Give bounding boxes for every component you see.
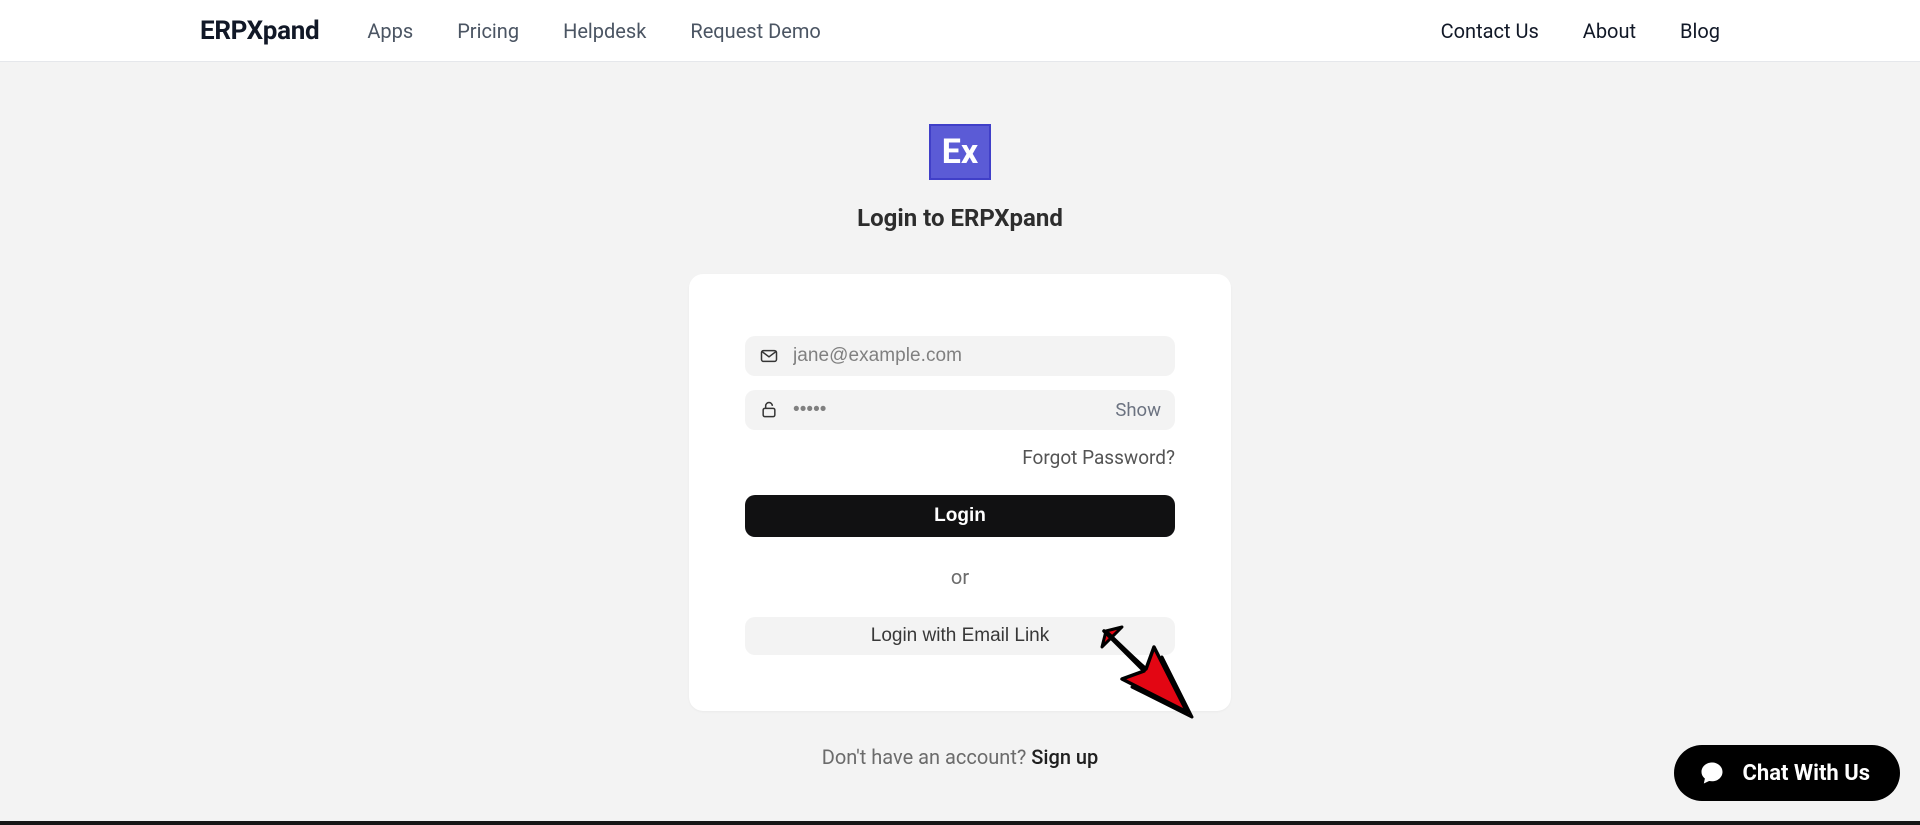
forgot-password-link[interactable]: Forgot Password?: [745, 446, 1175, 469]
signup-line: Don't have an account? Sign up: [822, 745, 1099, 769]
email-field-wrap[interactable]: [745, 336, 1175, 376]
nav-link-blog[interactable]: Blog: [1680, 19, 1720, 43]
or-divider-label: or: [745, 565, 1175, 589]
login-button[interactable]: Login: [745, 495, 1175, 537]
nav-link-request-demo[interactable]: Request Demo: [690, 19, 820, 43]
page-title: Login to ERPXpand: [857, 204, 1063, 232]
show-password-button[interactable]: Show: [1115, 399, 1161, 421]
nav-link-helpdesk[interactable]: Helpdesk: [563, 19, 646, 43]
nav-left-group: ERPXpand Apps Pricing Helpdesk Request D…: [200, 16, 821, 46]
brand-logo-text[interactable]: ERPXpand: [200, 16, 319, 46]
nav-primary-links: Apps Pricing Helpdesk Request Demo: [367, 19, 820, 43]
login-main: Ex Login to ERPXpand Show Forgot Passwor: [0, 62, 1920, 769]
login-email-link-button[interactable]: Login with Email Link: [745, 617, 1175, 655]
signup-link[interactable]: Sign up: [1031, 745, 1098, 769]
nav-link-about[interactable]: About: [1583, 19, 1636, 43]
chat-label: Chat With Us: [1742, 761, 1870, 786]
chat-bubble-icon: [1698, 759, 1726, 787]
signup-prompt: Don't have an account?: [822, 745, 1032, 769]
nav-link-apps[interactable]: Apps: [367, 19, 413, 43]
chat-with-us-button[interactable]: Chat With Us: [1674, 745, 1900, 801]
app-logo: Ex: [929, 124, 991, 180]
email-input[interactable]: [793, 345, 1161, 367]
top-navbar: ERPXpand Apps Pricing Helpdesk Request D…: [0, 0, 1920, 62]
bottom-border: [0, 821, 1920, 825]
nav-link-pricing[interactable]: Pricing: [457, 19, 519, 43]
lock-icon: [759, 400, 779, 420]
password-input[interactable]: [793, 399, 1101, 421]
password-field-wrap[interactable]: Show: [745, 390, 1175, 430]
login-card: Show Forgot Password? Login or Login wit…: [689, 274, 1231, 711]
nav-secondary-links: Contact Us About Blog: [1441, 19, 1720, 43]
mail-icon: [759, 346, 779, 366]
nav-link-contact[interactable]: Contact Us: [1441, 19, 1539, 43]
